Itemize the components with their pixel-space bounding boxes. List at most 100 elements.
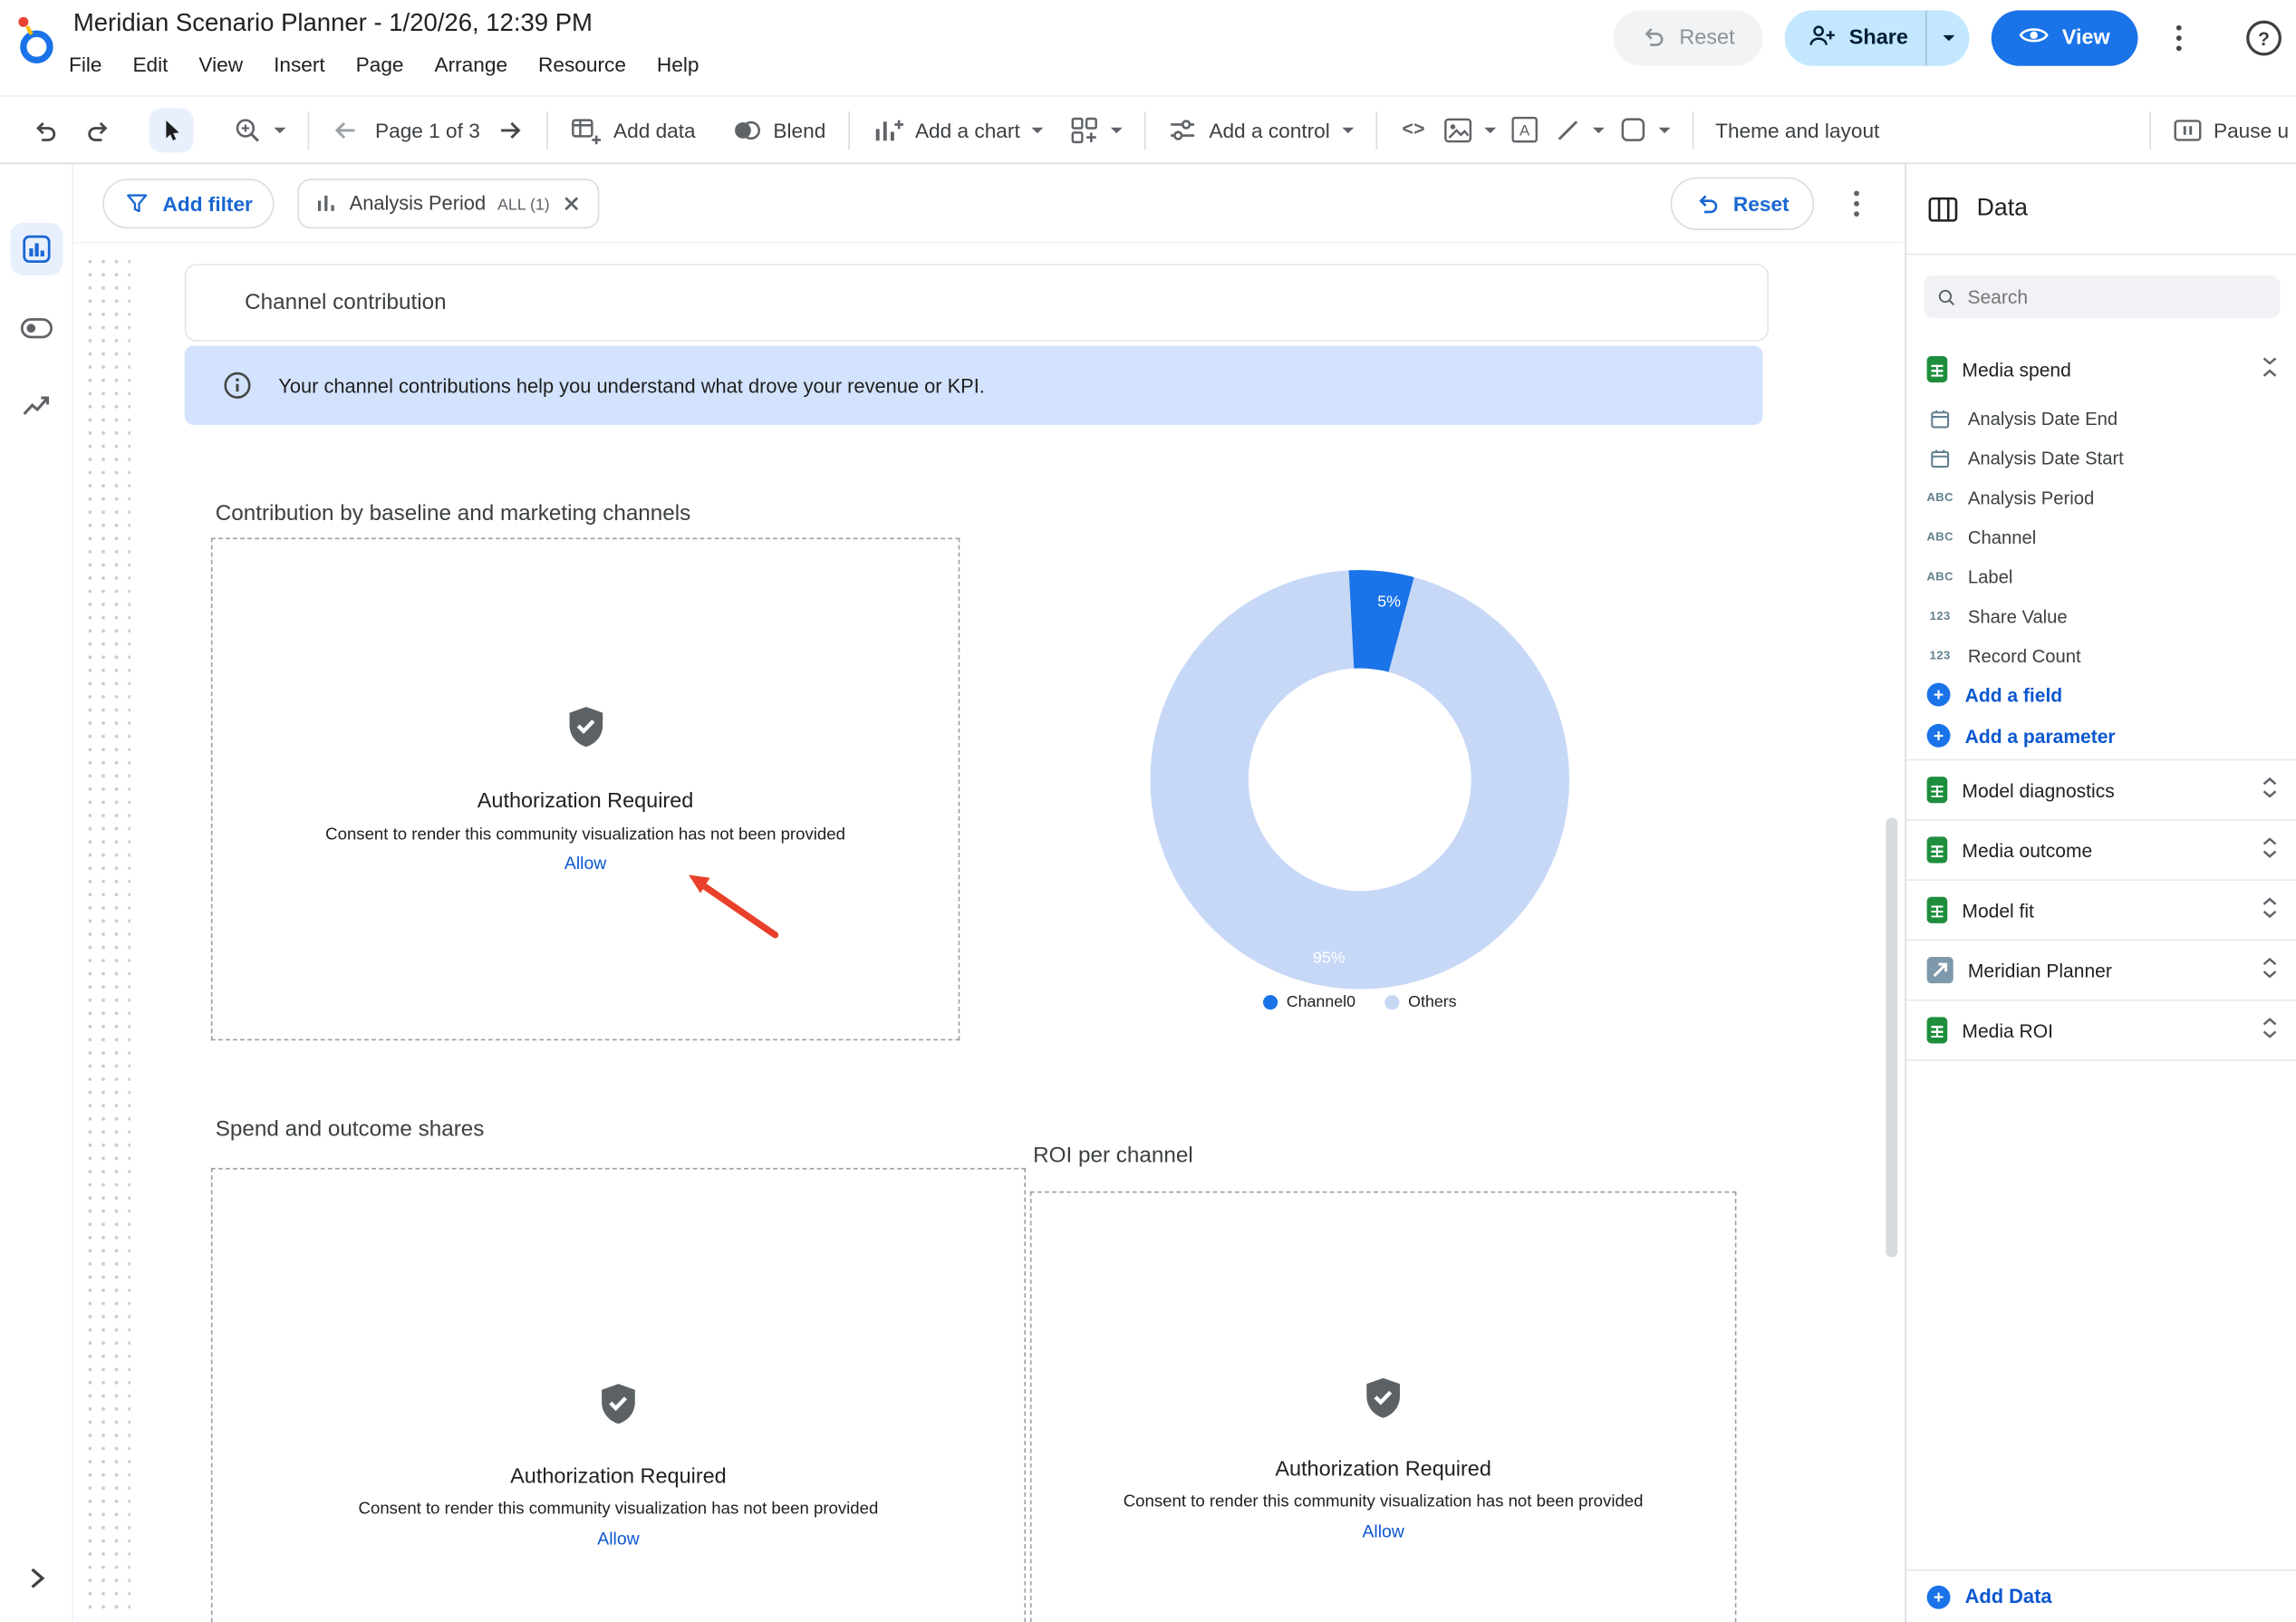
data-source-row[interactable]: Media ROI <box>1906 1001 2296 1061</box>
image-button[interactable] <box>1435 117 1502 143</box>
menu-file[interactable]: File <box>69 53 101 76</box>
add-control-button[interactable]: Add a control <box>1161 115 1361 144</box>
text-button[interactable]: A <box>1503 108 1548 152</box>
source-name: Model fit <box>1962 899 2033 921</box>
menu-resource[interactable]: Resource <box>538 53 626 76</box>
share-dropdown-button[interactable] <box>1925 10 1970 65</box>
view-button[interactable]: View <box>1992 10 2137 65</box>
zoom-tool-button[interactable] <box>226 115 293 144</box>
legend-dot <box>1384 995 1399 1009</box>
page-indicator[interactable]: Page 1 of 3 <box>368 118 487 141</box>
report-title[interactable]: Meridian Scenario Planner - 1/20/26, 12:… <box>73 9 593 38</box>
expand-source-icon[interactable] <box>2261 777 2278 803</box>
chevron-down-icon <box>1658 127 1670 132</box>
community-viz-placeholder-2[interactable]: Authorization Required Consent to render… <box>211 1168 1026 1622</box>
add-chart-button[interactable]: Add a chart <box>863 115 1050 144</box>
shield-check-icon <box>595 1380 642 1434</box>
menu-edit[interactable]: Edit <box>132 53 168 76</box>
community-visualizations-button[interactable] <box>1063 115 1130 144</box>
next-page-button[interactable] <box>487 108 532 152</box>
toolbar-divider <box>1375 111 1377 149</box>
collapse-source-icon[interactable] <box>2261 356 2278 382</box>
rail-controls-button[interactable] <box>10 302 63 354</box>
filter-chip-analysis-period[interactable]: Analysis Period ALL (1) <box>298 178 600 227</box>
shape-button[interactable] <box>1611 116 1677 144</box>
chevron-down-icon <box>1032 127 1044 132</box>
expand-source-icon[interactable] <box>2261 957 2278 983</box>
allow-link[interactable]: Allow <box>212 853 958 874</box>
field-row[interactable]: ABC Analysis Period <box>1906 478 2296 517</box>
data-source-row[interactable]: Media outcome <box>1906 821 2296 881</box>
filter-more-button[interactable] <box>1838 175 1876 230</box>
field-row[interactable]: 123 Share Value <box>1906 596 2296 636</box>
add-data-button[interactable]: Add data <box>562 115 702 144</box>
redo-button[interactable] <box>76 108 121 152</box>
theme-layout-button[interactable]: Theme and layout <box>1708 118 1886 141</box>
select-tool-button[interactable] <box>150 108 194 152</box>
add-data-button-bottom[interactable]: + Add Data <box>1906 1569 2296 1622</box>
section-title-roi: ROI per channel <box>1033 1143 1193 1167</box>
more-options-button[interactable] <box>2160 10 2198 65</box>
allow-link[interactable]: Allow <box>212 1529 1024 1550</box>
undo-button[interactable] <box>24 108 68 152</box>
text-type-icon: ABC <box>1927 530 1954 544</box>
rail-explore-button[interactable] <box>10 380 63 432</box>
sheets-icon <box>1927 356 1948 382</box>
expand-source-icon[interactable] <box>2261 836 2278 863</box>
search-input[interactable] <box>1967 285 2266 307</box>
auth-required-message: Consent to render this community visuali… <box>1032 1493 1735 1511</box>
close-icon[interactable] <box>562 193 583 214</box>
expand-source-icon[interactable] <box>2261 1017 2278 1043</box>
legend-item[interactable]: Others <box>1384 993 1456 1010</box>
rail-expand-button[interactable] <box>16 1558 57 1598</box>
data-source-row[interactable]: Model fit <box>1906 881 2296 941</box>
share-button[interactable]: Share <box>1785 10 1926 65</box>
primary-data-source[interactable]: Media spend <box>1906 343 2296 395</box>
prev-page-button[interactable] <box>323 108 368 152</box>
embed-code-button[interactable]: <> <box>1392 108 1436 152</box>
add-field-button[interactable]: + Add a field <box>1906 674 2296 715</box>
add-filter-button[interactable]: Add filter <box>102 178 275 227</box>
allow-link[interactable]: Allow <box>1032 1521 1735 1542</box>
field-row[interactable]: ABC Channel <box>1906 517 2296 557</box>
toolbar-divider <box>1692 111 1693 149</box>
menu-insert[interactable]: Insert <box>274 53 325 76</box>
data-source-row[interactable]: Meridian Planner <box>1906 941 2296 1000</box>
data-source-row[interactable]: Model diagnostics <box>1906 760 2296 820</box>
chip-label: Analysis Period <box>350 192 486 214</box>
field-search[interactable] <box>1924 275 2280 318</box>
blend-icon <box>730 115 761 144</box>
zoom-icon <box>233 115 262 144</box>
pause-updates-button[interactable]: Pause u <box>2166 117 2296 143</box>
data-table-icon <box>1928 196 1957 222</box>
legend-item[interactable]: Channel0 <box>1263 993 1355 1010</box>
looker-studio-logo-icon[interactable] <box>12 12 59 78</box>
line-button[interactable] <box>1547 117 1611 143</box>
calendar-icon <box>1927 448 1954 468</box>
add-parameter-button[interactable]: + Add a parameter <box>1906 715 2296 756</box>
app-window: Meridian Scenario Planner - 1/20/26, 12:… <box>0 0 2296 1622</box>
rail-report-button[interactable] <box>10 223 63 275</box>
field-row[interactable]: ABC Label <box>1906 557 2296 597</box>
blend-button[interactable]: Blend <box>723 115 833 144</box>
reset-button[interactable]: Reset <box>1614 10 1763 65</box>
help-button[interactable]: ? <box>2246 21 2282 56</box>
menu-bar: File Edit View Insert Page Arrange Resou… <box>69 53 699 76</box>
add-data-icon <box>569 115 602 144</box>
field-row[interactable]: Analysis Date Start <box>1906 439 2296 478</box>
expand-source-icon[interactable] <box>2261 897 2278 923</box>
vertical-scrollbar[interactable] <box>1886 817 1897 1257</box>
menu-page[interactable]: Page <box>356 53 404 76</box>
reset-filters-button[interactable]: Reset <box>1670 177 1814 229</box>
community-viz-placeholder-3[interactable]: Authorization Required Consent to render… <box>1030 1192 1736 1622</box>
toolbar-divider <box>308 111 310 149</box>
community-viz-placeholder-1[interactable]: Authorization Required Consent to render… <box>211 538 960 1041</box>
donut-chart[interactable]: 5% 95% <box>1125 545 1595 1015</box>
menu-view[interactable]: View <box>198 53 243 76</box>
source-name: Media spend <box>1962 358 2070 380</box>
page-section-header[interactable]: Channel contribution <box>185 264 1769 342</box>
menu-help[interactable]: Help <box>657 53 699 76</box>
menu-arrange[interactable]: Arrange <box>434 53 507 76</box>
field-row[interactable]: Analysis Date End <box>1906 399 2296 439</box>
field-row[interactable]: 123 Record Count <box>1906 636 2296 676</box>
